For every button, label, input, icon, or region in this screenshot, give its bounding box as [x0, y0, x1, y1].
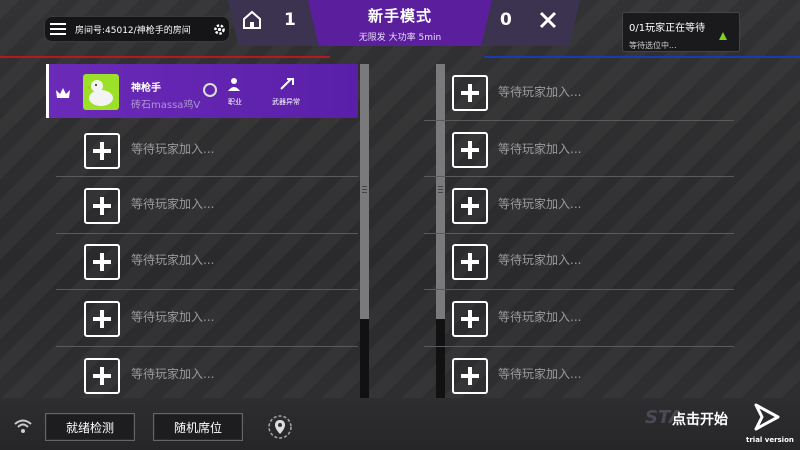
weapon-icon[interactable]	[279, 77, 295, 91]
waiting-status: 0/1玩家正在等待 等待选位中...	[622, 12, 740, 52]
add-player-icon[interactable]	[452, 75, 488, 111]
slot-label: 等待玩家加入...	[498, 253, 582, 267]
right-team-score: 0	[500, 10, 512, 30]
random-seat-button[interactable]: 随机席位	[153, 413, 243, 441]
menu-button[interactable]	[45, 17, 71, 41]
room-info: 房间号:45012/神枪手的房间	[44, 16, 230, 42]
add-player-icon[interactable]	[452, 244, 488, 280]
add-player-icon[interactable]	[452, 188, 488, 224]
add-player-icon[interactable]	[452, 358, 488, 394]
list-item[interactable]: 等待玩家加入...	[424, 290, 734, 347]
job-label: 职业	[228, 98, 242, 106]
waiting-title: 0/1玩家正在等待	[629, 23, 706, 34]
ready-indicator	[203, 83, 217, 97]
avatar	[83, 74, 119, 110]
room-label: 房间号:45012/神枪手的房间	[75, 25, 191, 36]
add-player-icon[interactable]	[84, 133, 120, 169]
location-icon[interactable]	[267, 414, 293, 440]
mode-subtitle: 无限发 大功率 5min	[358, 33, 442, 43]
list-item[interactable]: 等待玩家加入...	[424, 177, 734, 234]
add-player-icon[interactable]	[84, 301, 120, 337]
slot-label: 等待玩家加入...	[131, 367, 215, 381]
room-settings-button[interactable]	[209, 19, 229, 39]
left-scroll-track	[360, 319, 369, 398]
waiting-subtitle: 等待选位中...	[629, 41, 677, 50]
ready-check-button[interactable]: 就绪检测	[45, 413, 135, 441]
add-player-icon[interactable]	[84, 358, 120, 394]
list-item[interactable]: 等待玩家加入...	[56, 347, 358, 403]
list-item[interactable]: 等待玩家加入...	[56, 177, 358, 234]
ready-triangle-icon	[719, 32, 727, 40]
slot-label: 等待玩家加入...	[131, 310, 215, 324]
weapon-label: 武器异常	[272, 98, 300, 106]
add-player-icon[interactable]	[452, 301, 488, 337]
player-name: 神枪手	[131, 83, 161, 94]
list-item[interactable]: 等待玩家加入...	[424, 64, 734, 121]
slot-label: 等待玩家加入...	[498, 197, 582, 211]
job-icon[interactable]	[226, 77, 242, 91]
selected-indicator	[46, 64, 49, 118]
play-arrow-icon[interactable]	[752, 402, 782, 432]
list-item[interactable]: 等待玩家加入...	[56, 290, 358, 347]
slot-label: 等待玩家加入...	[498, 367, 582, 381]
add-player-icon[interactable]	[84, 244, 120, 280]
wifi-icon	[14, 419, 32, 433]
list-item[interactable]: 等待玩家加入...	[424, 233, 734, 290]
slot-label: 等待玩家加入...	[498, 142, 582, 156]
team-blue-line	[484, 56, 800, 58]
list-item[interactable]: 等待玩家加入...	[56, 120, 358, 177]
menu-icon	[50, 23, 66, 35]
left-scrollbar[interactable]	[360, 64, 369, 319]
player-subtitle: 砖石massa鸡V	[131, 100, 201, 111]
list-item[interactable]: 等待玩家加入...	[424, 120, 734, 177]
gear-icon	[213, 23, 225, 35]
mode-title: 新手模式	[367, 7, 432, 25]
scroll-grip	[362, 186, 367, 187]
close-icon[interactable]	[538, 10, 558, 30]
slot-label: 等待玩家加入...	[131, 197, 215, 211]
slot-label: 等待玩家加入...	[498, 310, 582, 324]
left-team-score: 1	[284, 10, 296, 30]
scroll-grip	[362, 192, 367, 193]
list-item[interactable]: 等待玩家加入...	[424, 347, 734, 403]
slot-label: 等待玩家加入...	[131, 142, 215, 156]
home-icon[interactable]	[240, 8, 264, 32]
slot-label: 等待玩家加入...	[498, 85, 582, 99]
duck-avatar-icon	[86, 80, 113, 106]
scroll-grip	[362, 189, 367, 190]
crown-icon	[56, 88, 70, 98]
slot-label: 等待玩家加入...	[131, 253, 215, 267]
add-player-icon[interactable]	[452, 132, 488, 168]
team-red-line	[0, 56, 330, 58]
add-player-icon[interactable]	[84, 188, 120, 224]
list-item[interactable]: 等待玩家加入...	[56, 233, 358, 290]
trial-version-label: trial version	[746, 436, 794, 444]
start-button[interactable]: 点击开始	[672, 409, 728, 429]
